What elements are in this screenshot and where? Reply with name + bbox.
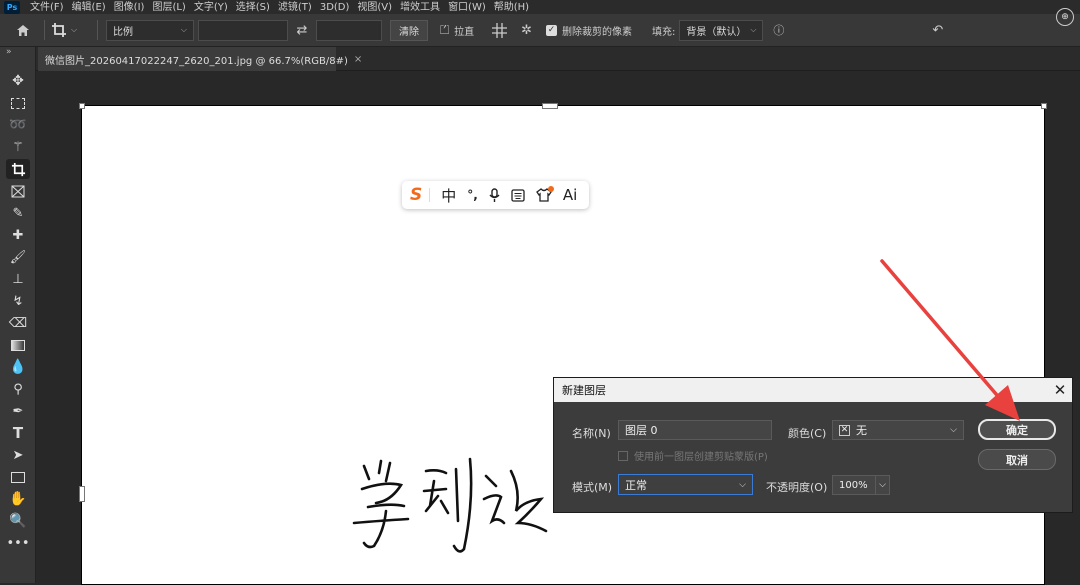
menu-help[interactable]: 帮助(H) <box>490 1 533 14</box>
rectangle-tool-icon[interactable] <box>6 467 30 487</box>
color-label: 颜色(C) <box>788 427 827 440</box>
document-tab-title: 微信图片_20260417022247_2620_201.jpg @ 66.7%… <box>45 55 348 67</box>
crop-tool-icon[interactable] <box>6 159 30 179</box>
settings-gear-icon[interactable]: ✲ <box>521 23 532 38</box>
level-icon: ⏍ <box>440 22 450 37</box>
photoshop-logo: Ps <box>4 0 20 14</box>
straighten-button[interactable]: ⏍ 拉直 <box>440 23 474 38</box>
checkbox-icon <box>618 450 628 461</box>
menu-type[interactable]: 文字(Y) <box>190 1 232 14</box>
options-bar: ⌵ 比例 ⌵ ⇄ 清除 ⏍ 拉直 ✲ ✓ 删除裁剪的像素 填充: 背景（默认） … <box>0 14 1080 47</box>
reset-icon[interactable]: ↶ <box>932 23 943 38</box>
ime-toolbar: S 中 °, Ai <box>402 181 589 209</box>
document-canvas[interactable] <box>79 103 1047 585</box>
more-tools-icon[interactable]: ••• <box>6 533 30 553</box>
eyedropper-tool-icon[interactable]: ✎ <box>6 203 30 223</box>
menu-image[interactable]: 图像(I) <box>110 1 149 14</box>
fill-select[interactable]: 背景（默认） ⌵ <box>679 19 764 41</box>
search-panel-icon[interactable]: ⊕ <box>1056 8 1074 26</box>
blend-mode-select[interactable]: 正常 ⌵ <box>618 474 753 495</box>
menu-window[interactable]: 窗口(W) <box>444 1 490 14</box>
ratio-select[interactable]: 比例 ⌵ <box>106 19 194 41</box>
collapse-panel-icon[interactable]: » <box>6 47 12 57</box>
keyboard-icon[interactable] <box>511 188 525 202</box>
mode-label: 模式(M) <box>572 481 613 494</box>
layer-name-input[interactable]: 图层 0 <box>618 420 772 440</box>
menu-select[interactable]: 选择(S) <box>232 1 274 14</box>
menu-file[interactable]: 文件(F) <box>26 1 68 14</box>
chevron-down-icon: ⌵ <box>750 25 757 34</box>
ratio-width-input[interactable] <box>198 19 288 41</box>
history-brush-tool-icon[interactable]: ↯ <box>6 291 30 311</box>
menu-bar: Ps 文件(F) 编辑(E) 图像(I) 图层(L) 文字(Y) 选择(S) 滤… <box>0 0 1080 14</box>
chevron-down-icon: ⌵ <box>879 480 886 490</box>
clipping-mask-checkbox[interactable]: 使用前一图层创建剪贴蒙版(P) <box>618 448 768 463</box>
notification-dot <box>547 186 554 192</box>
ratio-height-input[interactable] <box>316 19 382 41</box>
chevron-down-icon: ⌵ <box>950 425 957 435</box>
no-color-icon: ✕ <box>839 424 850 436</box>
dodge-tool-icon[interactable]: ⚲ <box>6 379 30 399</box>
type-tool-icon[interactable]: T <box>6 423 30 443</box>
frame-tool-icon[interactable] <box>6 181 30 201</box>
close-icon[interactable]: ✕ <box>1048 378 1072 402</box>
menu-layer[interactable]: 图层(L) <box>148 1 189 14</box>
gradient-tool-icon[interactable] <box>6 335 30 355</box>
home-icon[interactable] <box>8 24 38 37</box>
opacity-label: 不透明度(O) <box>766 481 828 494</box>
crop-handle-top-right[interactable] <box>1041 103 1047 109</box>
crop-handle-top[interactable] <box>542 103 558 109</box>
dialog-title: 新建图层 <box>562 384 606 397</box>
move-tool-icon[interactable]: ✥ <box>6 71 30 91</box>
close-tab-icon[interactable]: × <box>354 54 362 65</box>
clone-stamp-tool-icon[interactable]: ⊥ <box>6 269 30 289</box>
cancel-button[interactable]: 取消 <box>978 449 1056 470</box>
crop-tool-preset-icon[interactable]: ⌵ <box>51 22 91 38</box>
healing-brush-tool-icon[interactable]: ✚ <box>6 225 30 245</box>
chevron-down-icon: ⌵ <box>739 479 746 490</box>
menu-view[interactable]: 视图(V) <box>353 1 396 14</box>
chevron-down-icon: ⌵ <box>180 25 187 34</box>
ok-button[interactable]: 确定 <box>978 419 1056 440</box>
checkbox-checked-icon: ✓ <box>546 24 558 36</box>
blur-tool-icon[interactable]: 💧 <box>6 357 30 377</box>
ime-punctuation-icon[interactable]: °, <box>467 188 478 202</box>
document-tab[interactable]: 微信图片_20260417022247_2620_201.jpg @ 66.7%… <box>38 47 362 71</box>
opacity-slider-toggle[interactable]: ⌵ <box>875 475 890 495</box>
crop-handle-top-left[interactable] <box>79 103 85 109</box>
handwritten-signature <box>352 457 548 553</box>
tools-panel: » ✥ ➿ ⚚ ✎ ✚ 🖌 ⊥ ↯ ⌫ 💧 ⚲ ✒ T ➤ ✋ 🔍 ••• <box>0 47 36 583</box>
overlay-grid-icon[interactable] <box>492 22 508 38</box>
skin-shirt-icon[interactable] <box>535 186 554 202</box>
path-selection-tool-icon[interactable]: ➤ <box>6 445 30 465</box>
new-layer-dialog: 新建图层 ✕ 名称(N) 图层 0 颜色(C) ✕ 无 ⌵ 使用前一图层创建剪贴… <box>553 377 1073 513</box>
opacity-input[interactable]: 100% <box>832 475 876 495</box>
document-tab-bar: 微信图片_20260417022247_2620_201.jpg @ 66.7%… <box>36 47 1080 71</box>
pen-tool-icon[interactable]: ✒ <box>6 401 30 421</box>
brush-tool-icon[interactable]: 🖌 <box>6 247 30 267</box>
fill-label: 填充: <box>652 26 676 38</box>
info-icon[interactable]: ⓘ <box>773 22 784 38</box>
ime-ai-button[interactable]: Ai <box>563 186 577 204</box>
magic-wand-tool-icon[interactable]: ⚚ <box>6 137 30 157</box>
hand-tool-icon[interactable]: ✋ <box>6 489 30 509</box>
ime-logo-icon[interactable]: S <box>410 185 422 205</box>
menu-filter[interactable]: 滤镜(T) <box>274 1 316 14</box>
marquee-tool-icon[interactable] <box>6 93 30 113</box>
menu-plugins[interactable]: 增效工具 <box>396 1 444 14</box>
clear-button[interactable]: 清除 <box>390 19 428 41</box>
eraser-tool-icon[interactable]: ⌫ <box>6 313 30 333</box>
zoom-tool-icon[interactable]: 🔍 <box>6 511 30 531</box>
microphone-icon[interactable] <box>489 187 500 203</box>
lasso-tool-icon[interactable]: ➿ <box>6 115 30 135</box>
name-label: 名称(N) <box>572 427 611 440</box>
menu-3d[interactable]: 3D(D) <box>316 1 354 14</box>
menu-edit[interactable]: 编辑(E) <box>68 1 110 14</box>
color-select[interactable]: ✕ 无 ⌵ <box>832 420 964 440</box>
ime-chinese-mode[interactable]: 中 <box>441 185 456 206</box>
swap-icon[interactable]: ⇄ <box>288 23 316 38</box>
delete-cropped-checkbox[interactable]: ✓ 删除裁剪的像素 <box>546 23 632 38</box>
dialog-titlebar: 新建图层 ✕ <box>554 378 1072 402</box>
crop-handle-left[interactable] <box>79 486 85 502</box>
